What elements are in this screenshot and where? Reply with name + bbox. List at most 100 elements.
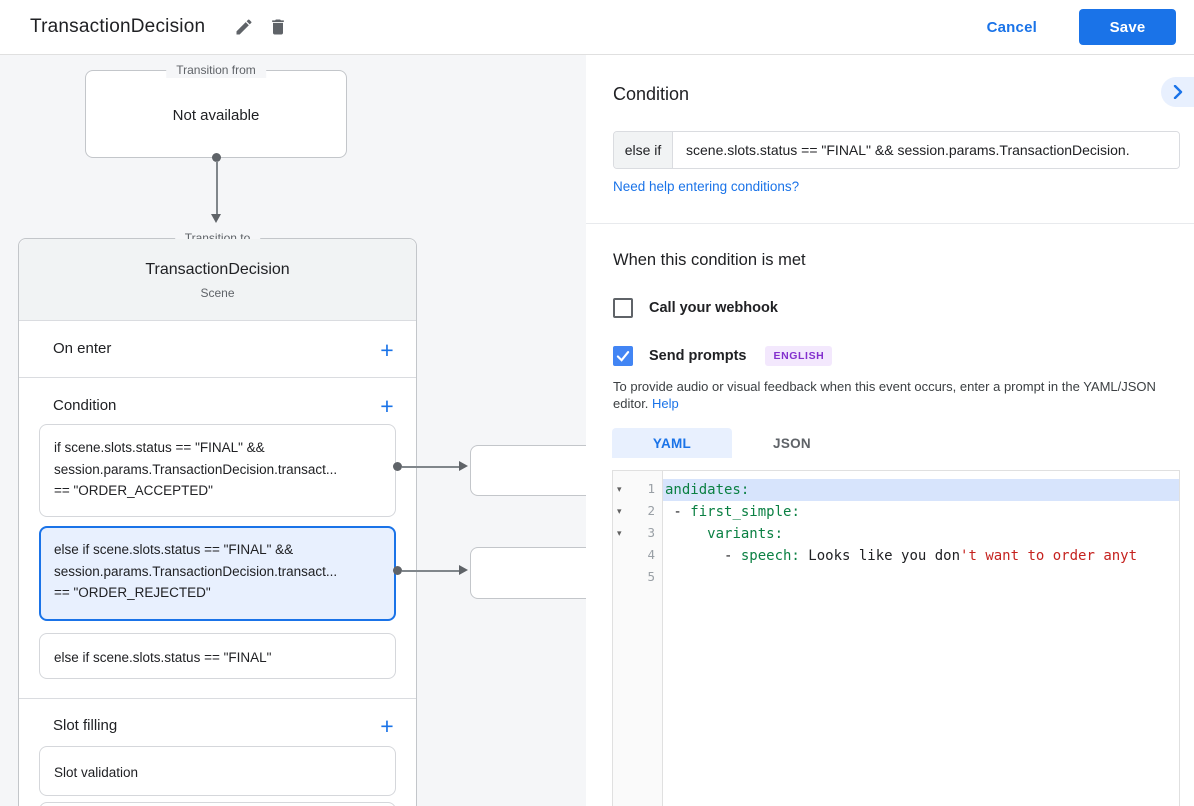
code-token: - [665,504,691,520]
code-token: Looks like you don [799,548,961,564]
header-bar: TransactionDecision Cancel Save [0,0,1194,55]
condition-card-text: if scene.slots.status == "FINAL" && [54,440,265,455]
connector-dot [393,566,402,575]
line-number: 4 [647,547,655,562]
connector-arrowhead [459,461,468,471]
when-met-title: When this condition is met [613,251,806,269]
collapse-panel-button[interactable] [1161,77,1194,107]
gutter-row: 4 [613,545,662,567]
cancel-button[interactable]: Cancel [987,19,1037,36]
condition-card-text: else if scene.slots.status == "FINAL" [54,650,272,665]
delete-scene-button[interactable] [261,10,295,44]
code-line[interactable] [663,567,1179,589]
partial-card[interactable] [39,802,396,806]
scene-header: TransactionDecision Scene [19,239,416,321]
condition-card-text: == "ORDER_ACCEPTED" [54,483,213,498]
prompt-help-link[interactable]: Help [652,396,679,411]
condition-expression-input[interactable] [673,132,1179,168]
scene-editor-app: TransactionDecision Cancel Save Transiti… [0,0,1194,806]
trash-icon [272,19,285,35]
connector-line [402,569,459,572]
prompt-description-text: To provide audio or visual feedback when… [613,379,1156,411]
plus-icon: + [380,337,394,363]
connector-dot [393,462,402,471]
save-button[interactable]: Save [1079,9,1176,45]
on-enter-label: On enter [53,340,112,357]
gutter-row: ▾ 2 [613,501,662,523]
line-number: 1 [647,481,655,496]
condition-card-order-accepted[interactable]: if scene.slots.status == "FINAL" && sess… [39,424,396,517]
call-webhook-label: Call your webhook [649,300,778,316]
slot-validation-card[interactable]: Slot validation [39,746,396,796]
scene-name: TransactionDecision [145,261,290,278]
condition-card-text: session.params.TransactionDecision.trans… [54,563,338,579]
prompt-code-editor[interactable]: ▾ 1 ▾ 2 ▾ 3 4 5 andidates: - first_simple: vari… [612,470,1180,806]
panel-divider [586,223,1194,224]
editor-code-area[interactable]: andidates: - first_simple: variants: - s… [663,471,1179,806]
language-badge: ENGLISH [765,346,833,366]
add-on-enter-button[interactable]: + [374,337,400,363]
scene-type: Scene [200,286,235,300]
code-line[interactable]: variants: [663,523,1179,545]
condition-card-final[interactable]: else if scene.slots.status == "FINAL" [39,633,396,679]
editor-tabs: YAML JSON [612,428,852,458]
gutter-row: ▾ 1 [613,479,662,501]
code-token: - [665,548,741,564]
condition-section-label: Condition [53,397,117,414]
pencil-icon [236,19,252,35]
add-condition-button[interactable]: + [374,393,400,419]
code-token: andidates: [665,482,750,498]
condition-card-text: session.params.TransactionDecision.trans… [54,461,338,477]
tab-json[interactable]: JSON [732,428,852,458]
panel-title: Condition [613,84,690,104]
transition-from-box: Transition from Not available [85,63,347,158]
conditions-help-link[interactable]: Need help entering conditions? [613,179,799,194]
plus-icon: + [380,713,394,739]
code-token: 't want to order anyt [960,548,1138,564]
send-prompts-checkbox[interactable] [613,346,633,366]
code-line[interactable]: - speech: Looks like you don't want to o… [663,545,1179,567]
transition-from-label: Transition from [166,63,266,78]
fold-arrow-icon[interactable]: ▾ [617,526,622,540]
code-line[interactable]: andidates: [663,479,1179,501]
connector-line [402,465,459,468]
fold-arrow-icon[interactable]: ▾ [617,504,622,518]
checkmark-icon [616,351,630,362]
edit-title-button[interactable] [227,10,261,44]
code-token: speech: [740,548,800,564]
section-divider [19,698,416,699]
condition-detail-panel: Condition else if Need help entering con… [586,55,1194,806]
send-prompts-row: Send prompts ENGLISH [613,346,833,366]
code-token: variants: [707,526,784,542]
line-number: 5 [647,569,655,584]
tab-yaml[interactable]: YAML [612,428,732,458]
line-number: 3 [647,525,655,540]
slot-card-text: Slot validation [54,765,139,780]
code-token: first_simple: [690,504,800,520]
plus-icon: + [380,393,394,419]
add-slot-button[interactable]: + [374,713,400,739]
gutter-row: 5 [613,567,662,589]
webhook-row: Call your webhook [613,298,778,318]
chevron-right-icon [1173,85,1182,99]
transition-from-value: Not available [172,107,260,124]
condition-card-text: == "ORDER_REJECTED" [54,585,211,600]
section-divider [19,377,416,378]
connector-line [215,161,218,214]
page-title: TransactionDecision [30,16,206,37]
slot-filling-label: Slot filling [53,717,118,734]
code-line[interactable]: - first_simple: [663,501,1179,523]
condition-card-text: else if scene.slots.status == "FINAL" && [54,542,294,557]
condition-card-order-rejected[interactable]: else if scene.slots.status == "FINAL" &&… [39,526,396,621]
send-prompts-label: Send prompts [649,348,747,364]
prompt-description: To provide audio or visual feedback when… [613,378,1179,412]
call-webhook-checkbox[interactable] [613,298,633,318]
transition-to-box: Transition to TransactionDecision Scene … [18,231,417,806]
line-number: 2 [647,503,655,518]
gutter-row: ▾ 3 [613,523,662,545]
condition-input-group: else if [613,131,1180,169]
editor-gutter: ▾ 1 ▾ 2 ▾ 3 4 5 [613,471,663,806]
connector-arrowhead [211,214,221,223]
fold-arrow-icon[interactable]: ▾ [617,482,622,496]
